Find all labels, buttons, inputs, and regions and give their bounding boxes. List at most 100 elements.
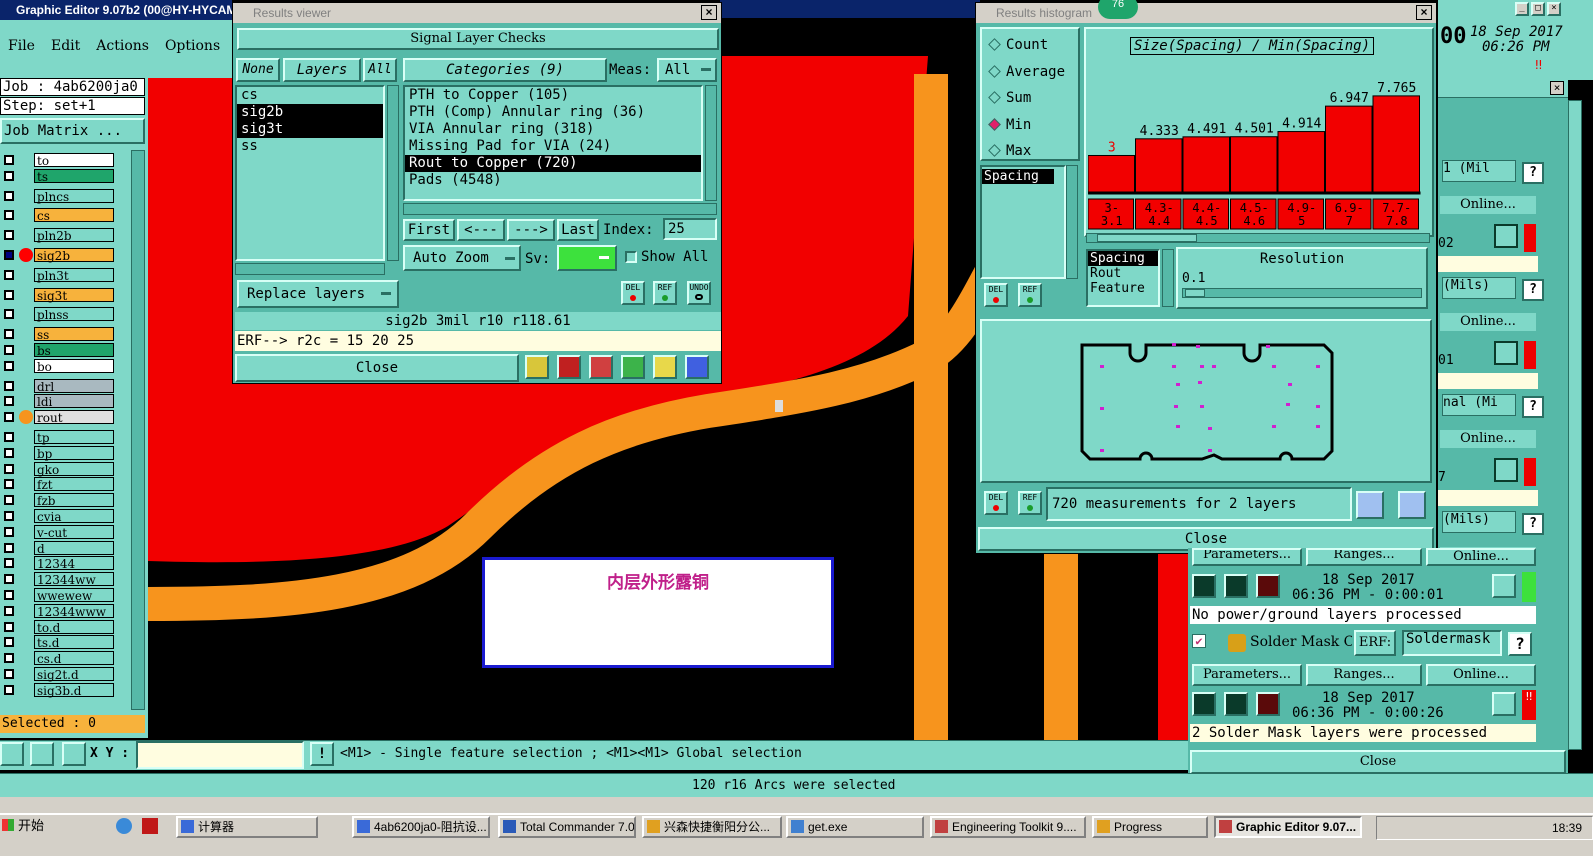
run-icon[interactable] bbox=[1192, 574, 1216, 598]
histogram-bar[interactable] bbox=[1230, 136, 1278, 194]
info-icon[interactable]: ! bbox=[310, 742, 334, 766]
category-item[interactable]: PTH to Copper (105) bbox=[405, 87, 701, 104]
run-icon-2[interactable] bbox=[1192, 692, 1216, 716]
zoom-icon[interactable] bbox=[1494, 224, 1518, 248]
result-layer-item[interactable]: cs bbox=[237, 87, 383, 104]
next-button[interactable]: ---> bbox=[507, 219, 555, 241]
auto-zoom-select[interactable]: Auto Zoom bbox=[403, 245, 521, 271]
layer-row-ts[interactable]: ts bbox=[0, 168, 130, 184]
trace-icon[interactable] bbox=[525, 355, 549, 379]
layer-checkbox[interactable] bbox=[4, 380, 14, 391]
taskbar-item[interactable]: 兴森快捷衡阳分公... bbox=[642, 816, 782, 838]
layer-checkbox[interactable] bbox=[4, 495, 14, 506]
layer-row-12344[interactable]: 12344 bbox=[0, 555, 130, 571]
layer-row-pln2b[interactable]: pln2b bbox=[0, 227, 130, 243]
layer-row-12344www[interactable]: 12344www bbox=[0, 603, 130, 619]
close-app-button[interactable]: × bbox=[1547, 2, 1561, 16]
ranges-button-2[interactable]: Ranges... bbox=[1306, 664, 1422, 686]
erf-value[interactable]: Soldermask bbox=[1402, 630, 1502, 656]
layer-row-plnss[interactable]: plnss bbox=[0, 306, 130, 322]
chart-hscroll[interactable] bbox=[1086, 233, 1430, 243]
category-list[interactable]: PTH to Copper (105) PTH (Comp) Annular ri… bbox=[403, 85, 703, 201]
menu-options[interactable]: Options bbox=[165, 38, 220, 54]
params-button[interactable]: Parameters... bbox=[1192, 548, 1302, 566]
undo-icon[interactable]: UNDO bbox=[687, 281, 711, 305]
layer-checkbox[interactable] bbox=[4, 542, 14, 553]
layer-results-list[interactable]: cs sig2b sig3t ss bbox=[235, 85, 385, 261]
last-button[interactable]: Last bbox=[557, 219, 599, 241]
board-del-icon[interactable]: DEL bbox=[984, 491, 1008, 515]
layer-row-12344ww[interactable]: 12344ww bbox=[0, 571, 130, 587]
layer-row-sig2t.d[interactable]: sig2t.d bbox=[0, 666, 130, 682]
menu-file[interactable]: File bbox=[8, 38, 35, 54]
category-item[interactable]: Rout to Copper (720) bbox=[405, 155, 701, 172]
histogram-bar[interactable] bbox=[1372, 95, 1420, 194]
layer-checkbox[interactable] bbox=[4, 684, 14, 695]
hist-del-icon[interactable]: DEL bbox=[984, 283, 1008, 307]
option-sum[interactable]: Sum bbox=[988, 88, 1031, 108]
option-average[interactable]: Average bbox=[988, 62, 1065, 82]
layer-row-cs[interactable]: cs bbox=[0, 207, 130, 223]
del-icon[interactable]: DEL bbox=[621, 281, 645, 305]
category-hscroll[interactable] bbox=[403, 203, 717, 215]
meas-select[interactable]: All bbox=[657, 58, 717, 82]
layer-row-d[interactable]: d bbox=[0, 540, 130, 556]
category-item[interactable]: PTH (Comp) Annular ring (36) bbox=[405, 104, 701, 121]
layer-checkbox[interactable] bbox=[4, 574, 14, 585]
layer-row-to.d[interactable]: to.d bbox=[0, 619, 130, 635]
layer-row-gko[interactable]: gko bbox=[0, 461, 130, 477]
feature-feature[interactable]: Feature bbox=[1088, 281, 1158, 296]
layer-row-ss[interactable]: ss bbox=[0, 326, 130, 342]
layer-checkbox[interactable] bbox=[4, 170, 14, 181]
taskbar-item[interactable]: Graphic Editor 9.07... bbox=[1214, 816, 1362, 838]
spacing-list[interactable]: Spacing bbox=[980, 165, 1066, 279]
grid-tool-icon[interactable] bbox=[62, 742, 86, 766]
report-icon[interactable] bbox=[653, 355, 677, 379]
layer-checkbox[interactable] bbox=[4, 190, 14, 201]
layer-checkbox[interactable] bbox=[4, 230, 14, 241]
histogram-icon[interactable] bbox=[685, 355, 709, 379]
category-vscroll[interactable] bbox=[705, 85, 717, 201]
layer-checkbox[interactable] bbox=[4, 396, 14, 407]
run-all-icon-2[interactable] bbox=[1224, 692, 1248, 716]
help-icon[interactable]: ? bbox=[1522, 513, 1544, 535]
layer-row-fzb[interactable]: fzb bbox=[0, 492, 130, 508]
layer-row-cs.d[interactable]: cs.d bbox=[0, 650, 130, 666]
online-button-2[interactable]: Online... bbox=[1426, 664, 1536, 686]
layer-row-rout[interactable]: rout bbox=[0, 409, 130, 425]
taskbar-item[interactable]: Total Commander 7.0... bbox=[498, 816, 636, 838]
layer-row-wwewew[interactable]: wwewew bbox=[0, 587, 130, 603]
layer-checkbox[interactable] bbox=[4, 289, 14, 300]
zoom-icon-2[interactable] bbox=[1492, 692, 1516, 716]
layer-row-drl[interactable]: drl bbox=[0, 378, 130, 394]
replace-layers-select[interactable]: Replace layers bbox=[237, 280, 399, 308]
layer-checkbox[interactable] bbox=[4, 511, 14, 521]
feature-spacing[interactable]: Spacing bbox=[1088, 251, 1158, 266]
online-button[interactable]: Online... bbox=[1438, 428, 1538, 450]
layer-row-pln3t[interactable]: pln3t bbox=[0, 267, 130, 283]
layer-row-fzt[interactable]: fzt bbox=[0, 476, 130, 492]
spacing-item[interactable]: Spacing bbox=[982, 169, 1054, 184]
histogram-bar[interactable] bbox=[1088, 154, 1135, 194]
zoom-icon[interactable] bbox=[1494, 458, 1518, 482]
histogram-close-x[interactable]: × bbox=[1416, 5, 1432, 20]
erf-button[interactable]: ERF: bbox=[1354, 630, 1396, 656]
taskbar-item[interactable]: Engineering Toolkit 9.... bbox=[930, 816, 1086, 838]
board-ref-icon[interactable]: REF bbox=[1018, 491, 1042, 515]
layer-row-bs[interactable]: bs bbox=[0, 342, 130, 358]
online-button-1[interactable]: Online... bbox=[1426, 548, 1536, 566]
results-viewer-close-x[interactable]: × bbox=[701, 5, 717, 20]
zoom-icon-1[interactable] bbox=[1492, 574, 1516, 598]
layer-checkbox[interactable] bbox=[4, 526, 14, 537]
resolution-slider-thumb[interactable] bbox=[1185, 289, 1205, 297]
layer-checkbox[interactable] bbox=[4, 345, 14, 355]
layer-row-plncs[interactable]: plncs bbox=[0, 188, 130, 204]
layer-checkbox[interactable] bbox=[4, 309, 14, 320]
layer-checkbox[interactable] bbox=[4, 412, 14, 423]
xy-input[interactable] bbox=[136, 741, 304, 769]
layer-row-ldi[interactable]: ldi bbox=[0, 393, 130, 409]
run-stop-icon-2[interactable] bbox=[1256, 692, 1280, 716]
spacing-vscroll[interactable] bbox=[1066, 165, 1078, 279]
layer-checkbox[interactable] bbox=[4, 360, 14, 371]
menu-edit[interactable]: Edit bbox=[51, 38, 80, 54]
